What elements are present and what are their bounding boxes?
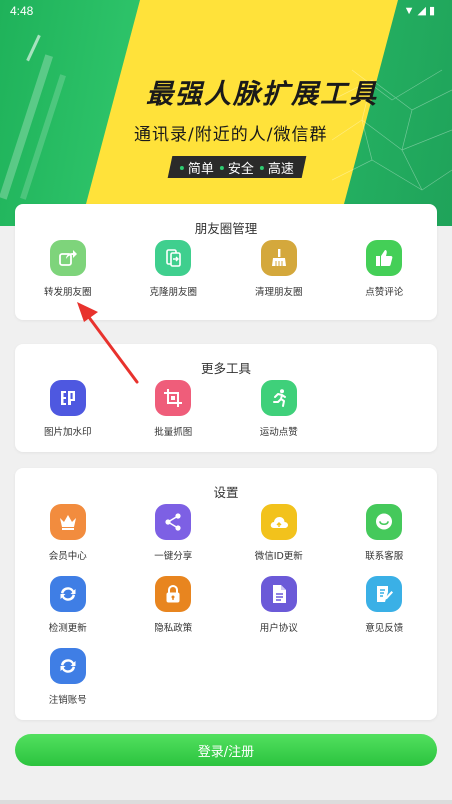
clone-moments-button[interactable]: 克隆朋友圈 bbox=[121, 240, 227, 312]
banner-tag: 简单 bbox=[180, 158, 214, 177]
header-banner: 最强人脉扩展工具 通讯录/附近的人/微信群 简单 安全 高速 bbox=[0, 0, 452, 226]
moments-management-card: 朋友圈管理 转发朋友圈 克隆朋友圈 清理朋友圈 点赞评论 bbox=[15, 204, 437, 320]
wifi-icon: ▼ bbox=[403, 5, 418, 17]
settings-grid: 会员中心 一键分享 微信ID更新 联系客服 检测更新 隐私政策 用户协议 意见反… bbox=[15, 504, 437, 720]
section-title: 更多工具 bbox=[200, 361, 251, 376]
section-title: 朋友圈管理 bbox=[194, 221, 258, 236]
item-label: 用户协议 bbox=[259, 623, 298, 634]
sync-icon bbox=[49, 576, 86, 612]
login-register-button[interactable]: 登录/注册 bbox=[15, 734, 437, 766]
banner-tag: 安全 bbox=[220, 158, 254, 177]
item-label: 检测更新 bbox=[48, 623, 87, 634]
contact-support-button[interactable]: 联系客服 bbox=[332, 504, 438, 576]
check-update-button[interactable]: 检测更新 bbox=[15, 576, 121, 648]
like-comment-button[interactable]: 点赞评论 bbox=[332, 240, 438, 312]
banner-headline: 最强人脉扩展工具 bbox=[146, 79, 378, 110]
status-bar: 4:48 ▼◢▮ bbox=[0, 0, 452, 22]
item-label: 批量抓图 bbox=[154, 427, 193, 438]
banner-tag-label: 高速 bbox=[268, 161, 295, 177]
tools-grid: 图片加水印 批量抓图 运动点赞 bbox=[15, 380, 437, 452]
bottom-divider bbox=[0, 800, 452, 804]
watermark-button[interactable]: 图片加水印 bbox=[15, 380, 121, 452]
wechat-id-update-button[interactable]: 微信ID更新 bbox=[226, 504, 332, 576]
more-tools-card: 更多工具 图片加水印 批量抓图 运动点赞 bbox=[15, 344, 437, 452]
crop-icon bbox=[155, 380, 192, 416]
clone-phone-icon bbox=[155, 240, 192, 276]
repost-moments-button[interactable]: 转发朋友圈 bbox=[15, 240, 121, 312]
item-label: 运动点赞 bbox=[259, 427, 298, 438]
share-icon bbox=[155, 504, 192, 540]
tag-dot bbox=[180, 165, 184, 169]
batch-capture-button[interactable]: 批量抓图 bbox=[121, 380, 227, 452]
sync-icon bbox=[49, 648, 86, 684]
sport-like-button[interactable]: 运动点赞 bbox=[226, 380, 332, 452]
section-title: 设置 bbox=[213, 485, 239, 500]
crown-icon bbox=[49, 504, 86, 540]
feedback-icon bbox=[366, 576, 403, 612]
tag-dot bbox=[260, 165, 265, 169]
feedback-button[interactable]: 意见反馈 bbox=[332, 576, 438, 648]
user-agreement-button[interactable]: 用户协议 bbox=[226, 576, 332, 648]
banner-tag: 高速 bbox=[260, 158, 294, 177]
privacy-policy-button[interactable]: 隐私政策 bbox=[121, 576, 227, 648]
item-label: 注销账号 bbox=[48, 695, 87, 706]
banner-dash bbox=[26, 34, 41, 62]
battery-icon: ▮ bbox=[428, 5, 438, 17]
item-label: 点赞评论 bbox=[365, 287, 404, 298]
item-label: 转发朋友圈 bbox=[43, 287, 92, 298]
clean-moments-button[interactable]: 清理朋友圈 bbox=[226, 240, 332, 312]
item-label: 清理朋友圈 bbox=[254, 287, 303, 298]
cloud-refresh-icon bbox=[260, 504, 297, 540]
item-label: 意见反馈 bbox=[365, 623, 404, 634]
item-label: 微信ID更新 bbox=[254, 551, 303, 562]
banner-tag-label: 简单 bbox=[188, 161, 215, 177]
moments-grid: 转发朋友圈 克隆朋友圈 清理朋友圈 点赞评论 bbox=[15, 240, 437, 312]
settings-card: 设置 会员中心 一键分享 微信ID更新 联系客服 检测更新 隐私政策 用户协议 … bbox=[15, 468, 437, 720]
chat-icon bbox=[366, 504, 403, 540]
item-label: 克隆朋友圈 bbox=[149, 287, 197, 298]
item-label: 联系客服 bbox=[365, 551, 404, 562]
status-icons: ▼◢▮ bbox=[404, 4, 438, 17]
document-icon bbox=[260, 576, 297, 612]
vip-center-button[interactable]: 会员中心 bbox=[15, 504, 121, 576]
item-label: 图片加水印 bbox=[43, 427, 92, 438]
item-label: 一键分享 bbox=[154, 551, 193, 562]
item-label: 会员中心 bbox=[48, 551, 87, 562]
delete-account-button[interactable]: 注销账号 bbox=[15, 648, 121, 720]
banner-subline: 通讯录/附近的人/微信群 bbox=[134, 125, 328, 145]
signal-icon: ◢ bbox=[417, 5, 429, 17]
lock-icon bbox=[155, 576, 192, 612]
tag-dot bbox=[220, 165, 225, 169]
item-label: 隐私政策 bbox=[154, 623, 193, 634]
one-click-share-button[interactable]: 一键分享 bbox=[121, 504, 227, 576]
banner-tag-label: 安全 bbox=[228, 161, 255, 177]
broom-icon bbox=[260, 240, 297, 276]
status-time: 4:48 bbox=[10, 4, 34, 18]
banner-tags: 简单 安全 高速 bbox=[167, 156, 307, 178]
watermark-icon bbox=[49, 380, 86, 416]
share-forward-icon bbox=[49, 240, 86, 276]
thumbs-up-icon bbox=[366, 240, 403, 276]
running-icon bbox=[260, 380, 297, 416]
